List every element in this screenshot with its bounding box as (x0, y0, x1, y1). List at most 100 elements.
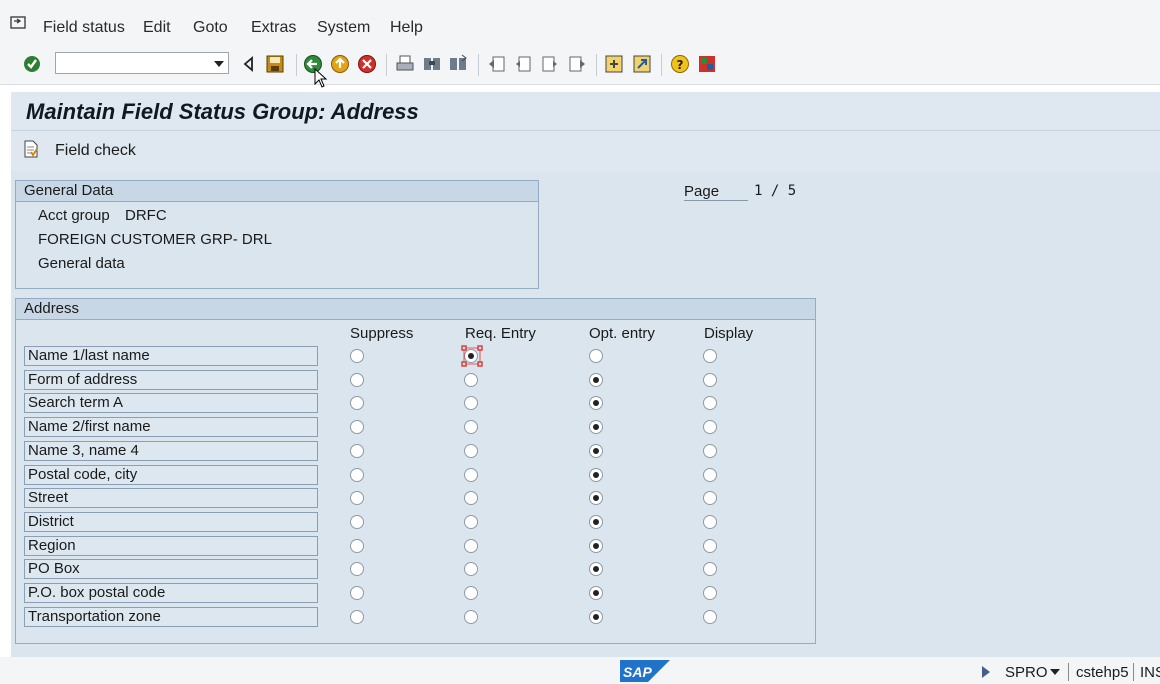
save-icon[interactable] (265, 54, 285, 74)
next-page-icon[interactable] (540, 54, 560, 74)
general-data-subgroup: General data (38, 255, 125, 272)
field-label: Search term A (24, 393, 318, 413)
status-expand-icon[interactable] (982, 666, 990, 678)
screen-title-bar: Maintain Field Status Group: Address (11, 92, 1160, 130)
radio-display[interactable] (703, 349, 717, 363)
radio-display[interactable] (703, 396, 717, 410)
field-label: Region (24, 536, 318, 556)
radio-display[interactable] (703, 562, 717, 576)
radio-req-entry[interactable] (464, 444, 478, 458)
field-label: Name 3, name 4 (24, 441, 318, 461)
radio-opt-entry[interactable] (589, 468, 603, 482)
radio-req-entry[interactable] (464, 610, 478, 624)
radio-req-entry[interactable] (464, 491, 478, 505)
shortcut-icon[interactable] (632, 54, 652, 74)
radio-suppress[interactable] (350, 349, 364, 363)
radio-opt-entry[interactable] (589, 539, 603, 553)
radio-req-entry[interactable] (464, 539, 478, 553)
column-opt-entry: Opt. entry (589, 325, 655, 342)
back-triangle-icon[interactable] (239, 54, 259, 74)
radio-opt-entry[interactable] (589, 373, 603, 387)
page-indicator: 1 / 5 (754, 183, 796, 199)
standard-toolbar: ? (0, 44, 1160, 88)
radio-display[interactable] (703, 515, 717, 529)
focus-indicator (461, 345, 483, 367)
previous-page-icon[interactable] (513, 54, 533, 74)
field-label: District (24, 512, 318, 532)
menu-goto[interactable]: Goto (193, 19, 228, 37)
radio-display[interactable] (703, 468, 717, 482)
radio-display[interactable] (703, 539, 717, 553)
field-label: Form of address (24, 370, 318, 390)
application-menu-icon[interactable] (10, 16, 26, 30)
radio-opt-entry[interactable] (589, 515, 603, 529)
create-session-icon[interactable] (604, 54, 624, 74)
radio-suppress[interactable] (350, 420, 364, 434)
acct-group-value: DRFC (125, 207, 167, 224)
radio-display[interactable] (703, 586, 717, 600)
field-label: PO Box (24, 559, 318, 579)
radio-display[interactable] (703, 373, 717, 387)
print-icon[interactable] (395, 54, 415, 74)
radio-display[interactable] (703, 444, 717, 458)
radio-suppress[interactable] (350, 610, 364, 624)
status-transaction: SPRO (1005, 664, 1048, 681)
cancel-icon[interactable] (357, 54, 377, 74)
first-page-icon[interactable] (487, 54, 507, 74)
status-dropdown-icon[interactable] (1050, 669, 1060, 675)
field-check-button[interactable]: Field check (55, 142, 136, 160)
find-icon[interactable] (422, 54, 442, 74)
radio-opt-entry[interactable] (589, 562, 603, 576)
address-title: Address (16, 299, 815, 320)
radio-display[interactable] (703, 610, 717, 624)
field-label: Name 1/last name (24, 346, 318, 366)
svg-text:?: ? (677, 58, 684, 72)
column-req-entry: Req. Entry (465, 325, 536, 342)
radio-opt-entry[interactable] (589, 396, 603, 410)
radio-suppress[interactable] (350, 468, 364, 482)
radio-req-entry[interactable] (464, 468, 478, 482)
radio-suppress[interactable] (350, 515, 364, 529)
exit-icon[interactable] (330, 54, 350, 74)
application-toolbar: Field check (11, 130, 1160, 171)
help-icon[interactable]: ? (670, 54, 690, 74)
menu-system[interactable]: System (317, 19, 370, 37)
radio-opt-entry[interactable] (589, 444, 603, 458)
menu-help[interactable]: Help (390, 19, 423, 37)
menu-extras[interactable]: Extras (251, 19, 296, 37)
find-next-icon[interactable] (448, 54, 468, 74)
radio-req-entry[interactable] (464, 586, 478, 600)
menu-field-status[interactable]: Field status (43, 19, 125, 37)
field-label: Postal code, city (24, 465, 318, 485)
radio-opt-entry[interactable] (589, 586, 603, 600)
radio-req-entry[interactable] (464, 396, 478, 410)
radio-suppress[interactable] (350, 491, 364, 505)
radio-display[interactable] (703, 491, 717, 505)
command-dropdown-icon[interactable] (214, 61, 224, 67)
radio-suppress[interactable] (350, 586, 364, 600)
radio-req-entry[interactable] (464, 420, 478, 434)
radio-suppress[interactable] (350, 539, 364, 553)
radio-req-entry[interactable] (464, 515, 478, 529)
radio-opt-entry[interactable] (589, 610, 603, 624)
radio-display[interactable] (703, 420, 717, 434)
column-display: Display (704, 325, 754, 342)
enter-icon[interactable] (22, 54, 42, 74)
radio-opt-entry[interactable] (589, 420, 603, 434)
command-field[interactable] (55, 52, 229, 74)
toolbar-separator (596, 54, 597, 76)
last-page-icon[interactable] (567, 54, 587, 74)
menu-edit[interactable]: Edit (143, 19, 171, 37)
radio-suppress[interactable] (350, 396, 364, 410)
radio-suppress[interactable] (350, 562, 364, 576)
radio-suppress[interactable] (350, 373, 364, 387)
field-check-icon[interactable] (23, 140, 39, 158)
customize-layout-icon[interactable] (697, 54, 717, 74)
radio-req-entry[interactable] (464, 562, 478, 576)
radio-opt-entry[interactable] (589, 349, 603, 363)
radio-opt-entry[interactable] (589, 491, 603, 505)
sap-logo-text: SAP (623, 664, 652, 680)
radio-suppress[interactable] (350, 444, 364, 458)
sap-logo-icon: SAP (620, 660, 670, 682)
radio-req-entry[interactable] (464, 373, 478, 387)
